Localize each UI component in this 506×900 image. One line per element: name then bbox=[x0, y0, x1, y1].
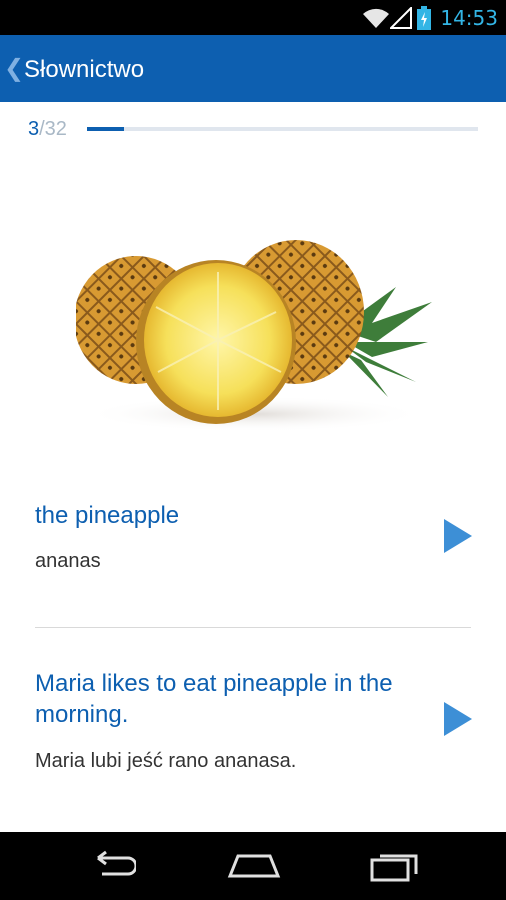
progress-current: 3 bbox=[28, 118, 40, 140]
battery-charging-icon bbox=[417, 6, 431, 30]
signal-icon bbox=[390, 7, 412, 29]
navigation-bar bbox=[0, 832, 506, 900]
progress-counter: 3/32 bbox=[28, 118, 67, 141]
entry-word: the pineapple bbox=[35, 502, 180, 529]
app-bar: ❮ Słownictwo bbox=[0, 35, 506, 102]
clock-time: 14:53 bbox=[440, 6, 498, 30]
entry-sentence-translation: Maria lubi jeść rano ananasa. bbox=[35, 750, 297, 772]
divider bbox=[35, 627, 471, 628]
wifi-icon bbox=[363, 8, 389, 28]
status-bar: 14:53 bbox=[0, 0, 506, 35]
play-icon[interactable] bbox=[442, 517, 474, 555]
progress-total: /32 bbox=[39, 118, 67, 140]
back-icon[interactable] bbox=[88, 850, 136, 882]
home-icon[interactable] bbox=[226, 850, 282, 882]
progress-bar-fill bbox=[87, 127, 124, 131]
play-icon[interactable] bbox=[442, 700, 474, 738]
recent-apps-icon[interactable] bbox=[370, 850, 420, 882]
chevron-left-icon[interactable]: ❮ bbox=[4, 54, 24, 83]
pineapple-image bbox=[76, 240, 432, 432]
entry-translation: ananas bbox=[35, 550, 101, 572]
page-title: Słownictwo bbox=[24, 56, 145, 83]
entry-sentence: Maria likes to eat pineapple in the morn… bbox=[35, 670, 393, 728]
progress-bar bbox=[87, 127, 478, 131]
